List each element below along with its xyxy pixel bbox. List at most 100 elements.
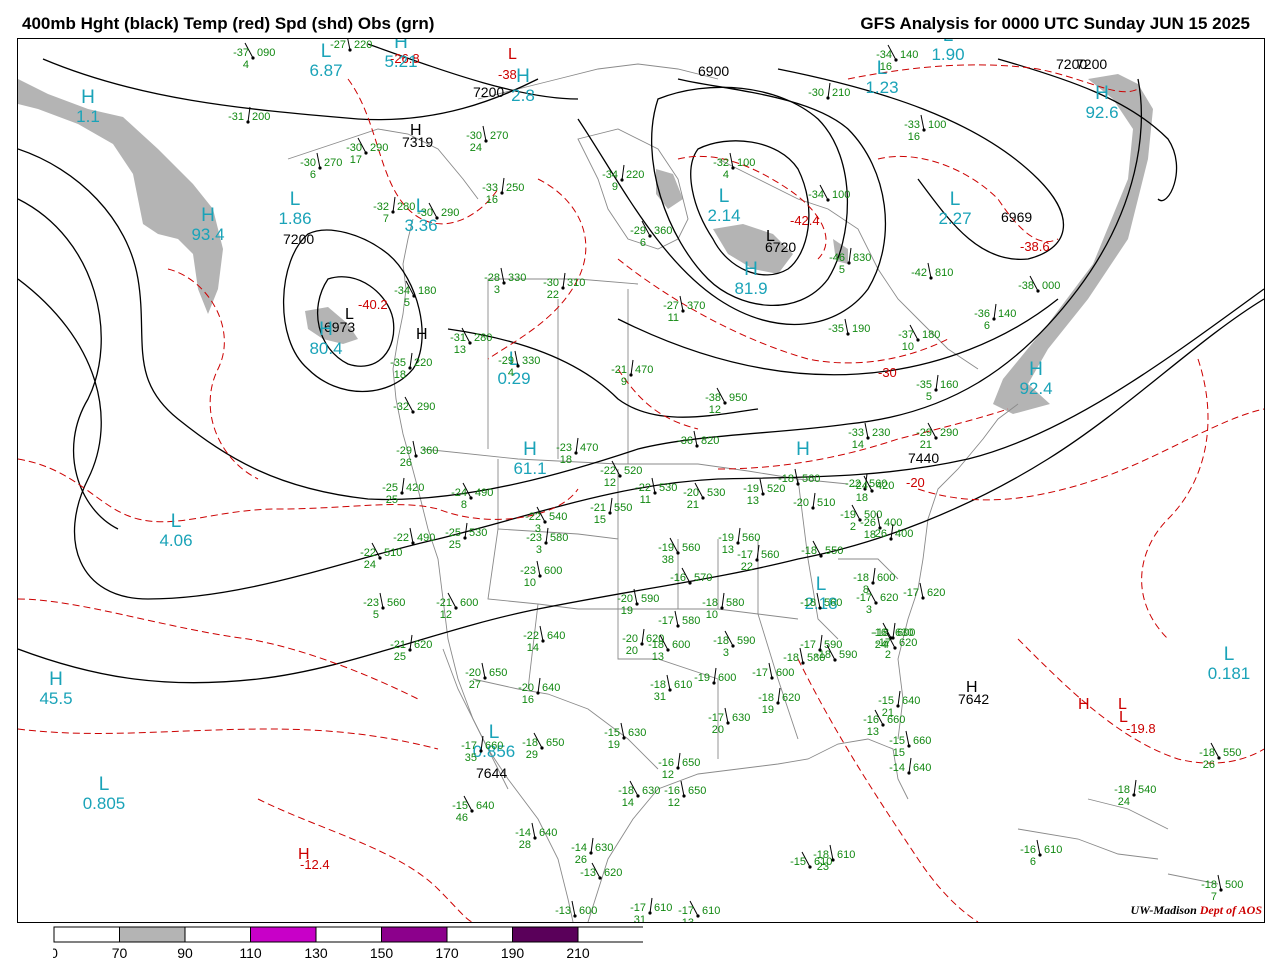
- station-obs: -20 640 16: [518, 677, 560, 706]
- station-obs: -17 620: [903, 582, 945, 600]
- isotherm-9: [877, 155, 1059, 243]
- station-height: 580: [807, 652, 825, 664]
- wind-max-letter: H: [744, 259, 758, 280]
- station-obs: -46 830 5: [829, 247, 871, 276]
- weather-map: 7200 6900 7200 7319 7200 6973 6720 6969 7440 7642…: [17, 38, 1265, 923]
- station-height: 220: [354, 39, 372, 51]
- station-dewpoint: 4: [723, 169, 729, 181]
- station-obs: -20 590 19: [617, 588, 659, 617]
- station-height: 610: [1044, 844, 1062, 856]
- wind-barb: [409, 527, 414, 544]
- wind-barb: [1217, 874, 1222, 891]
- station-temp: -15: [790, 856, 806, 868]
- wind-center-value: 61.1: [513, 459, 546, 478]
- station-temp: -25: [382, 482, 398, 494]
- height-contour-label: 7200: [1056, 56, 1087, 72]
- jet-shade-alaska: [18, 79, 223, 314]
- wind-barb: [737, 527, 741, 544]
- station-temp: -30: [300, 157, 316, 169]
- wind-barb: [1133, 779, 1137, 796]
- station-temp: -17: [678, 905, 694, 917]
- station-obs: -35 220 18: [390, 352, 432, 381]
- station-temp: -22: [600, 465, 616, 477]
- station-dewpoint: 10: [902, 341, 914, 353]
- station-height: 640: [476, 800, 494, 812]
- station-temp: -17: [461, 740, 477, 752]
- station-height: 530: [707, 487, 725, 499]
- station-height: 530: [659, 482, 677, 494]
- station-temp: -20: [622, 633, 638, 645]
- station-height: 550: [825, 545, 843, 557]
- station-obs: -17 610 31: [630, 897, 672, 922]
- station-height: 640: [913, 762, 931, 774]
- colorbar-swatch: [250, 926, 317, 943]
- station-height: 330: [522, 355, 540, 367]
- station-temp: -30: [417, 207, 433, 219]
- colorbar-tick-label: 210: [566, 945, 590, 960]
- wind-barb: [819, 634, 823, 651]
- station-dewpoint: 20: [712, 724, 724, 736]
- station-obs: -15 640 46: [452, 795, 494, 824]
- station-dewpoint: 13: [867, 726, 879, 738]
- map-labels: 7200690072007319720069736720696974407642…: [39, 39, 1250, 922]
- station-temp: -29: [396, 445, 412, 457]
- station-obs: -16 610 6: [1020, 839, 1062, 868]
- station-obs: -34 180 5: [394, 280, 436, 309]
- station-temp: -16: [658, 757, 674, 769]
- wind-barb: [531, 822, 536, 839]
- station-height: 590: [737, 635, 755, 647]
- station-temp: -21: [436, 597, 452, 609]
- station-dewpoint: 10: [524, 577, 536, 589]
- high-letter: H: [1078, 696, 1090, 713]
- contour-6: [18, 198, 119, 530]
- station-obs: -30 290 17: [346, 137, 388, 166]
- station-obs: -17 600: [752, 662, 794, 680]
- wind-max-letter: H: [394, 39, 408, 53]
- station-dewpoint: 31: [654, 691, 666, 703]
- map-canvas: 7200690072007319720069736720696974407642…: [18, 39, 1264, 922]
- station-obs: -33 250 16: [482, 177, 524, 206]
- station-temp: -19: [694, 672, 710, 684]
- station-temp: -13: [555, 905, 571, 917]
- isotherm-6: [487, 178, 587, 360]
- station-dewpoint: 11: [668, 312, 679, 324]
- station-height: 610: [702, 905, 720, 917]
- wind-barb: [759, 478, 764, 495]
- isotherm-11: [1141, 358, 1209, 640]
- station-height: 100: [737, 157, 755, 169]
- station-obs: -29 290 21: [916, 422, 958, 451]
- wind-barb: [482, 125, 487, 142]
- station-temp: -19: [743, 483, 759, 495]
- wind-barb: [562, 272, 566, 289]
- station-temp: -29: [630, 225, 646, 237]
- station-dewpoint: 5: [404, 297, 410, 309]
- wind-speed-shading: [18, 74, 1153, 414]
- station-temp: -16: [664, 785, 680, 797]
- station-obs: -22 510 24: [360, 542, 402, 571]
- station-height: 650: [682, 757, 700, 769]
- station-height: 280: [397, 201, 415, 213]
- wind-min-letter: L: [719, 186, 730, 207]
- wind-center-value: 45.5: [39, 689, 72, 708]
- low-letter: L: [508, 46, 517, 63]
- station-height: 190: [852, 323, 870, 335]
- wind-center-value: 81.9: [734, 279, 767, 298]
- wind-barb: [768, 662, 773, 679]
- temperature-label: -38.6: [1020, 239, 1050, 254]
- wind-barb: [409, 352, 413, 369]
- station-dewpoint: 7: [383, 213, 389, 225]
- station-height: 660: [887, 714, 905, 726]
- station-temp: -33: [482, 182, 498, 194]
- station-obs: -18 500 7: [1201, 874, 1243, 903]
- station-height: 620: [414, 639, 432, 651]
- station-temp: -37: [898, 329, 914, 341]
- wind-barb: [897, 690, 901, 707]
- station-temp: -21: [590, 502, 606, 514]
- jet-shade-hudson: [656, 169, 683, 209]
- station-height: 530: [469, 527, 487, 539]
- station-dewpoint: 3: [536, 544, 542, 556]
- station-obs: -22 490: [393, 527, 435, 545]
- station-dewpoint: 14: [527, 642, 539, 654]
- wind-center-value: 1.23: [865, 78, 898, 97]
- station-height: 290: [417, 401, 435, 413]
